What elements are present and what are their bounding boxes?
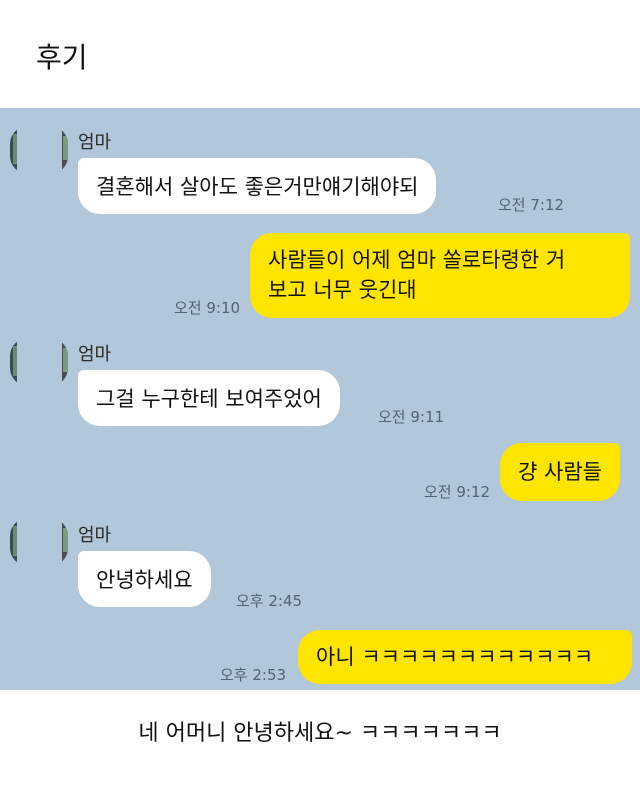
message-time: 오후 2:53 — [220, 666, 287, 684]
message-time: 오후 2:45 — [236, 592, 303, 610]
message-text: 그걸 누구한테 보여주었어 — [96, 387, 322, 411]
message-text: 걍 사람들 — [518, 460, 602, 484]
incoming-message-bubble[interactable]: 결혼해서 살아도 좋은거만얘기해야되 — [78, 158, 437, 214]
message-text: 안녕하세요 — [96, 568, 193, 592]
message-time: 오전 9:10 — [174, 299, 241, 317]
sender-name: 엄마 — [78, 132, 112, 153]
message-time: 오전 7:12 — [498, 196, 565, 214]
chat-screenshot: 엄마 결혼해서 살아도 좋은거만얘기해야되 오전 7:12 오전 9:10 사람… — [0, 108, 640, 690]
incoming-message-bubble[interactable]: 안녕하세요 — [78, 551, 211, 607]
outgoing-message-bubble[interactable]: 아니 ㅋㅋㅋㅋㅋㅋㅋㅋㅋㅋㅋㅋ — [298, 630, 632, 684]
sender-name: 엄마 — [78, 525, 112, 546]
incoming-message-bubble[interactable]: 그걸 누구한테 보여주었어 — [78, 370, 340, 426]
page-title: 후기 — [36, 41, 88, 74]
mom-avatar[interactable] — [10, 338, 68, 386]
post-header: 후기 — [0, 0, 640, 108]
message-time: 오전 9:12 — [424, 483, 491, 501]
outgoing-message-bubble[interactable]: 사람들이 어제 엄마 쏠로타령한 거 보고 너무 웃긴대 — [250, 233, 630, 318]
message-text: 결혼해서 살아도 좋은거만얘기해야되 — [96, 175, 419, 199]
message-time: 오전 9:11 — [378, 408, 445, 426]
mom-avatar[interactable] — [10, 518, 68, 566]
outgoing-message-bubble[interactable]: 걍 사람들 — [500, 443, 620, 501]
post-caption: 네 어머니 안녕하세요~ ㅋㅋㅋㅋㅋㅋㅋ — [138, 721, 502, 746]
message-text-line: 사람들이 어제 엄마 쏠로타령한 거 — [268, 248, 566, 272]
sender-name: 엄마 — [78, 344, 112, 365]
message-text-line: 보고 너무 웃긴대 — [268, 278, 417, 302]
message-text: 아니 ㅋㅋㅋㅋㅋㅋㅋㅋㅋㅋㅋㅋ — [316, 645, 594, 669]
mom-avatar[interactable] — [10, 126, 68, 174]
